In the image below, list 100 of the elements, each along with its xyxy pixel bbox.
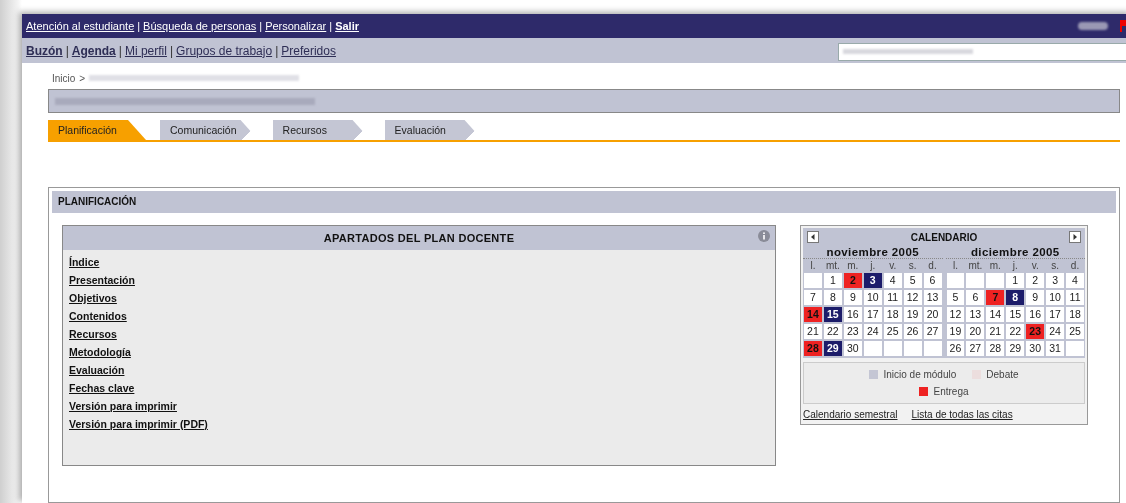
day-cell[interactable]: 5 <box>903 273 922 288</box>
plan-link[interactable]: Versión para imprimir (PDF) <box>69 418 208 430</box>
nav-link[interactable]: Grupos de trabajo <box>176 43 273 58</box>
nav-link[interactable]: Preferidos <box>281 43 336 58</box>
legend-label: Entrega <box>933 386 969 397</box>
day-cell[interactable]: 8 <box>1006 290 1025 305</box>
day-cell[interactable]: 5 <box>946 290 965 305</box>
day-cell[interactable]: 6 <box>923 273 942 288</box>
day-cell[interactable]: 1 <box>823 273 842 288</box>
plan-link[interactable]: Fechas clave <box>69 382 135 394</box>
breadcrumb-link[interactable]: Inicio <box>52 72 76 84</box>
weekday-label: d. <box>1069 260 1081 271</box>
day-cell[interactable]: 2 <box>843 273 862 288</box>
nav-link[interactable]: Agenda <box>71 43 116 58</box>
weekday-label: mt. <box>824 260 841 271</box>
plan-title: APARTADOS DEL PLAN DOCENTE <box>323 232 515 244</box>
day-cell[interactable]: 23 <box>1026 324 1045 339</box>
day-cell[interactable]: 11 <box>1066 290 1084 305</box>
nav-link[interactable]: Búsqueda de personas <box>143 20 257 32</box>
flag-icon <box>1120 20 1126 32</box>
day-cell[interactable]: 23 <box>843 324 862 339</box>
day-cell[interactable]: 16 <box>843 307 862 322</box>
day-cell[interactable]: 8 <box>823 290 842 305</box>
weekday-label: j. <box>1011 260 1019 271</box>
day-cell[interactable]: 18 <box>883 307 902 322</box>
nav-link[interactable]: Buzón <box>26 43 63 58</box>
day-cell[interactable]: 11 <box>883 290 902 305</box>
plan-link[interactable]: Objetivos <box>69 292 117 304</box>
day-cell[interactable]: 12 <box>903 290 922 305</box>
day-cell[interactable]: 29 <box>823 341 842 356</box>
day-cell[interactable]: 30 <box>843 341 862 356</box>
plan-link[interactable]: Metodología <box>69 346 131 358</box>
day-cell[interactable]: 17 <box>1046 307 1065 322</box>
month-name: diciembre 2005 <box>945 246 1085 259</box>
calendar-link[interactable]: Calendario semestral <box>803 409 898 420</box>
day-cell[interactable]: 2 <box>1026 273 1045 288</box>
plan-link[interactable]: Contenidos <box>69 310 127 322</box>
day-cell[interactable]: 19 <box>903 307 922 322</box>
day-cell[interactable]: 9 <box>1026 290 1045 305</box>
day-cell[interactable]: 10 <box>1046 290 1065 305</box>
day-cell[interactable]: 26 <box>946 341 965 356</box>
day-cell[interactable]: 28 <box>986 341 1005 356</box>
nav-link[interactable]: Mi perfil <box>124 43 167 58</box>
day-cell[interactable]: 29 <box>1006 341 1025 356</box>
day-cell[interactable]: 6 <box>966 290 985 305</box>
plan-link[interactable]: Versión para imprimir <box>69 400 177 412</box>
nav-link[interactable]: Atención al estudiante <box>26 20 135 32</box>
day-cell[interactable]: 20 <box>966 324 985 339</box>
separator: | <box>118 43 122 58</box>
day-cell[interactable]: 14 <box>804 307 822 322</box>
day-cell[interactable]: 25 <box>883 324 902 339</box>
plan-link[interactable]: Recursos <box>69 328 117 340</box>
separator: | <box>329 20 333 32</box>
day-cell[interactable]: 27 <box>923 324 942 339</box>
day-cell[interactable]: 22 <box>1006 324 1025 339</box>
weekday-label: j. <box>869 260 877 271</box>
day-cell[interactable]: 18 <box>1066 307 1084 322</box>
weekday-label: d. <box>927 260 938 271</box>
nav-link[interactable]: Personalizar <box>265 20 327 32</box>
day-cell[interactable]: 4 <box>1066 273 1084 288</box>
day-cell[interactable]: 10 <box>863 290 882 305</box>
nav-link[interactable]: Salir <box>335 20 359 32</box>
day-cell[interactable]: 15 <box>823 307 842 322</box>
day-cell[interactable]: 13 <box>966 307 985 322</box>
day-cell[interactable]: 20 <box>923 307 942 322</box>
weekday-label: l. <box>951 260 959 271</box>
day-cell[interactable]: 17 <box>863 307 882 322</box>
month-name: noviembre 2005 <box>803 246 943 259</box>
plan-link[interactable]: Evaluación <box>69 364 125 376</box>
info-icon[interactable] <box>758 230 770 242</box>
day-cell[interactable]: 12 <box>946 307 965 322</box>
day-cell[interactable]: 28 <box>804 341 822 356</box>
plan-link[interactable]: Índice <box>69 256 100 268</box>
day-cell[interactable]: 27 <box>966 341 985 356</box>
day-cell[interactable]: 7 <box>804 290 822 305</box>
day-cell[interactable]: 24 <box>1046 324 1065 339</box>
day-cell[interactable]: 19 <box>946 324 965 339</box>
weekday-label: m. <box>988 260 1002 271</box>
day-cell[interactable]: 31 <box>1046 341 1065 356</box>
day-cell[interactable]: 3 <box>863 273 882 288</box>
day-cell[interactable]: 1 <box>1006 273 1025 288</box>
calendar-link[interactable]: Lista de todas las citas <box>911 409 1013 420</box>
day-cell[interactable]: 15 <box>1006 307 1025 322</box>
day-cell[interactable]: 24 <box>863 324 882 339</box>
tab[interactable]: Planificación <box>48 120 146 140</box>
day-cell[interactable]: 21 <box>804 324 822 339</box>
separator: | <box>169 43 174 58</box>
day-cell[interactable]: 25 <box>1066 324 1084 339</box>
plan-link[interactable]: Presentación <box>69 274 135 286</box>
day-cell[interactable]: 14 <box>986 307 1005 322</box>
day-cell[interactable]: 26 <box>903 324 922 339</box>
day-cell[interactable]: 9 <box>843 290 862 305</box>
day-cell[interactable]: 16 <box>1026 307 1045 322</box>
day-cell[interactable]: 22 <box>823 324 842 339</box>
day-cell[interactable]: 4 <box>883 273 902 288</box>
day-cell[interactable]: 7 <box>986 290 1005 305</box>
day-cell[interactable]: 3 <box>1046 273 1065 288</box>
day-cell[interactable]: 30 <box>1026 341 1045 356</box>
day-cell[interactable]: 21 <box>986 324 1005 339</box>
day-cell[interactable]: 13 <box>923 290 942 305</box>
